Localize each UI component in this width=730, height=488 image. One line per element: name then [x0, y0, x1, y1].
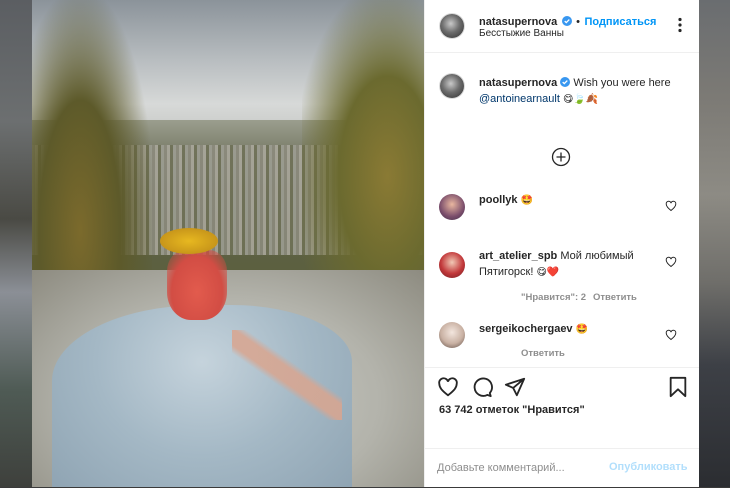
photo-person-legs: [232, 330, 342, 420]
comment-item: poollyk 🤩: [425, 190, 699, 230]
background-right: [698, 0, 730, 487]
verified-badge-icon: [561, 16, 572, 26]
heart-icon[interactable]: [665, 256, 677, 268]
comment-likes-count[interactable]: "Нравится": 2: [521, 292, 586, 303]
add-comment-bar: Опубликовать: [425, 448, 699, 488]
comment-icon[interactable]: [471, 376, 493, 398]
share-icon[interactable]: [504, 376, 526, 398]
heart-icon[interactable]: [437, 376, 459, 398]
caption-emojis: 😋🍃🍂: [562, 94, 599, 105]
comment-emojis: 😋❤️: [536, 267, 560, 278]
post-photo[interactable]: [32, 0, 424, 487]
comment-body: sergeikochergaev 🤩: [479, 321, 649, 338]
photo-leaf-crown: [160, 228, 218, 254]
add-circle-icon[interactable]: [551, 147, 571, 167]
author-username[interactable]: natasupernova: [479, 16, 557, 28]
comment-item: art_atelier_spb Мой любимый Пятигорск! 😋…: [425, 248, 699, 308]
caption-mention[interactable]: @antoinearnault: [479, 93, 560, 105]
more-options-icon[interactable]: [671, 16, 689, 34]
caption-username[interactable]: natasupernova: [479, 77, 557, 89]
comment-body: art_atelier_spb Мой любимый Пятигорск! 😋…: [479, 248, 649, 281]
post-caption: natasupernova Wish you were here @antoin…: [425, 62, 699, 122]
heart-icon[interactable]: [665, 329, 677, 341]
post-header: natasupernova • Подписаться Бесстыжие Ва…: [425, 0, 699, 53]
comment-text: 🤩: [520, 195, 534, 206]
reply-button[interactable]: Ответить: [521, 348, 565, 359]
comment-item: sergeikochergaev 🤩 Ответить: [425, 320, 699, 364]
comment-text: 🤩: [575, 324, 589, 335]
post-location[interactable]: Бесстыжие Ванны: [479, 28, 564, 39]
heart-icon[interactable]: [665, 200, 677, 212]
comment-avatar[interactable]: [439, 252, 465, 278]
post-side-panel: natasupernova • Подписаться Бесстыжие Ва…: [424, 0, 699, 487]
comment-avatar[interactable]: [439, 194, 465, 220]
caption-text: Wish you were here: [573, 77, 671, 89]
post-actions: 63 742 отметок "Нравится": [425, 367, 699, 450]
comment-username[interactable]: sergeikochergaev: [479, 323, 573, 335]
author-avatar[interactable]: [440, 14, 464, 38]
comment-avatar[interactable]: [439, 322, 465, 348]
verified-badge-icon: [560, 77, 571, 87]
comment-username[interactable]: art_atelier_spb: [479, 250, 557, 262]
publish-button[interactable]: Опубликовать: [609, 461, 688, 473]
background-left: [0, 0, 32, 487]
comment-input[interactable]: [437, 459, 605, 477]
reply-button[interactable]: Ответить: [593, 292, 637, 303]
photo-person: [167, 250, 227, 320]
comment-username[interactable]: poollyk: [479, 194, 518, 206]
caption-avatar[interactable]: [440, 74, 464, 98]
likes-count[interactable]: 63 742 отметок "Нравится": [439, 404, 585, 416]
header-dot: •: [576, 16, 581, 28]
follow-button[interactable]: Подписаться: [584, 16, 656, 28]
caption-body: natasupernova Wish you were here @antoin…: [479, 75, 679, 108]
bookmark-icon[interactable]: [667, 376, 689, 398]
comment-body: poollyk 🤩: [479, 192, 649, 209]
